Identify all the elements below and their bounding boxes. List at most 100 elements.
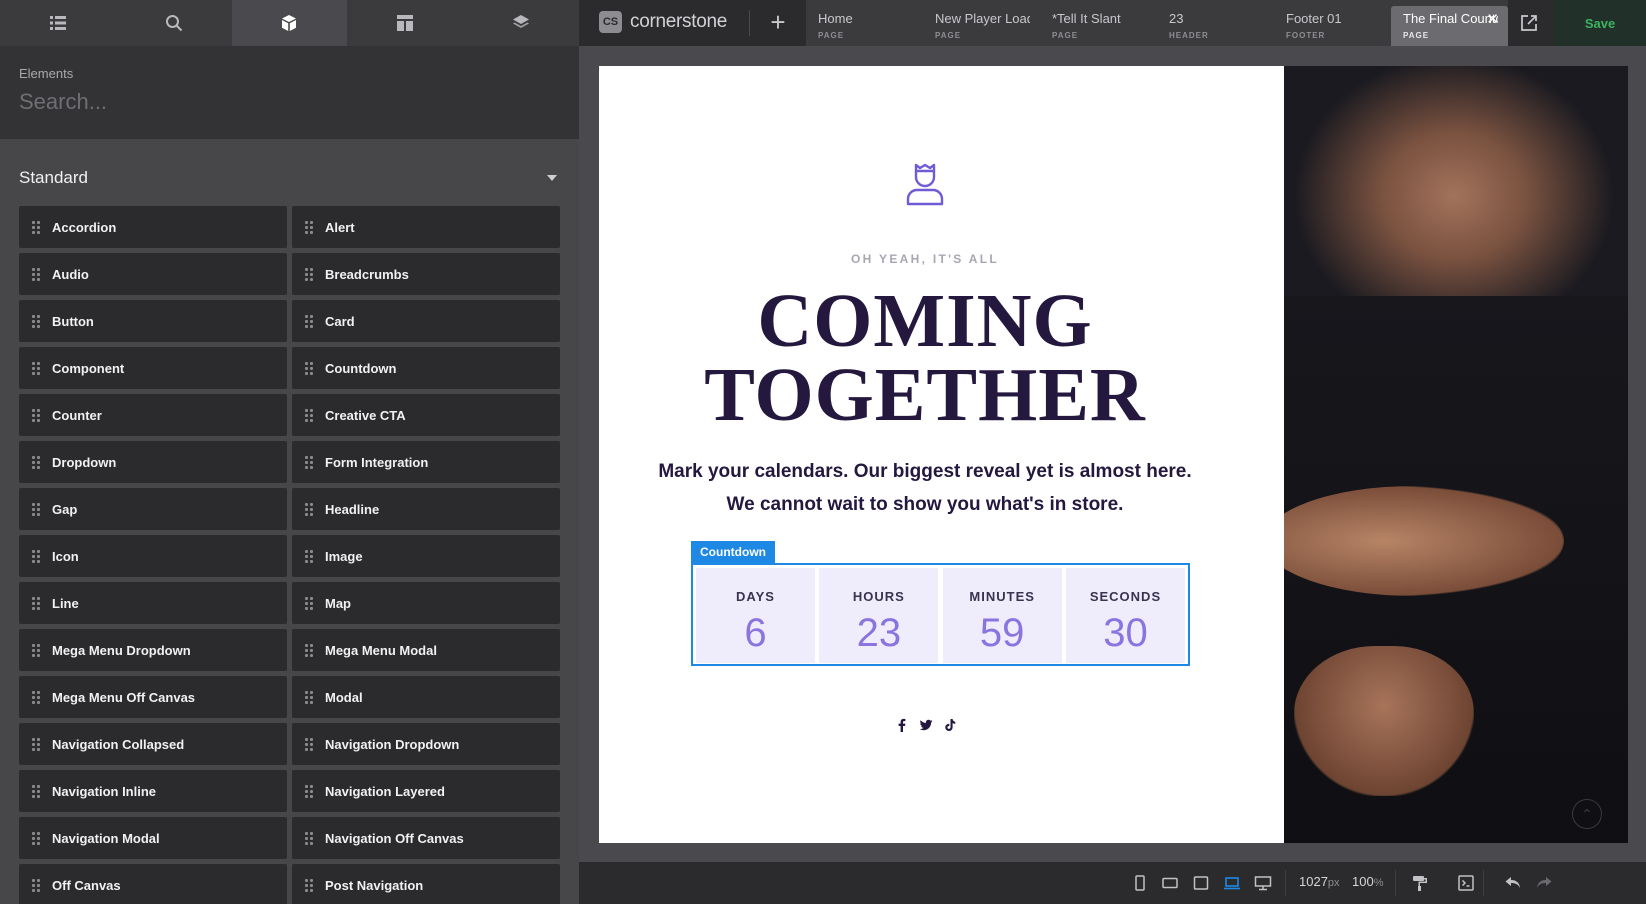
element-card[interactable]: Post Navigation: [292, 864, 560, 904]
drag-handle-icon[interactable]: [305, 268, 315, 281]
element-card[interactable]: Navigation Inline: [19, 770, 287, 812]
tab-search[interactable]: [116, 0, 232, 46]
element-card[interactable]: Mega Menu Off Canvas: [19, 676, 287, 718]
element-card[interactable]: Navigation Layered: [292, 770, 560, 812]
section-standard[interactable]: Standard: [19, 167, 560, 189]
drag-handle-icon[interactable]: [305, 597, 315, 610]
code-icon[interactable]: [1457, 874, 1475, 892]
tab-layout[interactable]: [347, 0, 463, 46]
phone-landscape-icon[interactable]: [1161, 874, 1179, 892]
drag-handle-icon[interactable]: [305, 503, 315, 516]
element-card[interactable]: Navigation Off Canvas: [292, 817, 560, 859]
drag-handle-icon[interactable]: [305, 785, 315, 798]
paint-roller-icon[interactable]: [1411, 874, 1429, 892]
drag-handle-icon[interactable]: [305, 550, 315, 563]
element-card[interactable]: Component: [19, 347, 287, 389]
tab-outline[interactable]: [0, 0, 116, 46]
element-card[interactable]: Image: [292, 535, 560, 577]
drag-handle-icon[interactable]: [32, 644, 42, 657]
document-tab[interactable]: Home PAGE: [806, 0, 923, 46]
element-card[interactable]: Off Canvas: [19, 864, 287, 904]
drag-handle-icon[interactable]: [305, 221, 315, 234]
twitter-icon[interactable]: [919, 718, 933, 732]
element-card[interactable]: Button: [19, 300, 287, 342]
drag-handle-icon[interactable]: [305, 315, 315, 328]
drag-handle-icon[interactable]: [32, 550, 42, 563]
drag-handle-icon[interactable]: [32, 315, 42, 328]
element-card[interactable]: Icon: [19, 535, 287, 577]
laptop-icon[interactable]: [1223, 874, 1241, 892]
element-card[interactable]: Card: [292, 300, 560, 342]
element-card[interactable]: Navigation Modal: [19, 817, 287, 859]
drag-handle-icon[interactable]: [32, 362, 42, 375]
scroll-top-icon[interactable]: ⌃: [1572, 799, 1602, 829]
drag-handle-icon[interactable]: [32, 456, 42, 469]
element-card[interactable]: Headline: [292, 488, 560, 530]
hero-photo[interactable]: ⌃: [1284, 66, 1628, 843]
element-card[interactable]: Breadcrumbs: [292, 253, 560, 295]
element-card[interactable]: Line: [19, 582, 287, 624]
undo-icon[interactable]: [1504, 874, 1522, 892]
drag-handle-icon[interactable]: [305, 738, 315, 751]
document-tab[interactable]: New Player Loading PAGE: [923, 0, 1040, 46]
element-card[interactable]: Map: [292, 582, 560, 624]
drag-handle-icon[interactable]: [32, 832, 42, 845]
drag-handle-icon[interactable]: [32, 268, 42, 281]
drag-handle-icon[interactable]: [305, 456, 315, 469]
element-card[interactable]: Creative CTA: [292, 394, 560, 436]
drag-handle-icon[interactable]: [32, 879, 42, 892]
tab-layers[interactable]: [463, 0, 579, 46]
chevron-down-icon[interactable]: [547, 175, 557, 181]
drag-handle-icon[interactable]: [32, 597, 42, 610]
zoom-input[interactable]: 100%: [1352, 874, 1383, 889]
document-tab[interactable]: The Final Countdown PAGE ✕: [1391, 6, 1508, 46]
drag-handle-icon[interactable]: [305, 832, 315, 845]
element-card[interactable]: Gap: [19, 488, 287, 530]
element-card[interactable]: Alert: [292, 206, 560, 248]
element-card[interactable]: Counter: [19, 394, 287, 436]
element-card[interactable]: Mega Menu Dropdown: [19, 629, 287, 671]
element-card[interactable]: Modal: [292, 676, 560, 718]
redo-icon[interactable]: [1535, 874, 1553, 892]
desktop-icon[interactable]: [1254, 874, 1272, 892]
element-card[interactable]: Accordion: [19, 206, 287, 248]
facebook-icon[interactable]: [895, 718, 909, 732]
tab-elements[interactable]: [231, 0, 348, 46]
document-tab[interactable]: 23 HEADER: [1157, 0, 1274, 46]
element-card[interactable]: Mega Menu Modal: [292, 629, 560, 671]
page-headline[interactable]: COMING TOGETHER: [599, 283, 1251, 433]
countdown-selection-label[interactable]: Countdown: [691, 541, 775, 563]
kicker-text[interactable]: OH YEAH, IT'S ALL: [599, 252, 1251, 266]
element-card[interactable]: Navigation Collapsed: [19, 723, 287, 765]
drag-handle-icon[interactable]: [305, 644, 315, 657]
viewport-width-input[interactable]: 1027px: [1299, 874, 1340, 889]
element-card[interactable]: Dropdown: [19, 441, 287, 483]
element-card[interactable]: Navigation Dropdown: [292, 723, 560, 765]
add-document-button[interactable]: +: [766, 9, 790, 35]
close-icon[interactable]: ✕: [1486, 10, 1499, 28]
save-button[interactable]: Save: [1554, 0, 1646, 46]
tablet-icon[interactable]: [1192, 874, 1210, 892]
drag-handle-icon[interactable]: [32, 785, 42, 798]
element-card[interactable]: Form Integration: [292, 441, 560, 483]
external-link-icon[interactable]: [1519, 13, 1539, 33]
countdown-element[interactable]: DAYS 6 HOURS 23 MINUTES 59 SECONDS 30: [691, 563, 1190, 666]
subtext[interactable]: Mark your calendars. Our biggest reveal …: [599, 455, 1251, 521]
drag-handle-icon[interactable]: [32, 409, 42, 422]
drag-handle-icon[interactable]: [32, 738, 42, 751]
tiktok-icon[interactable]: [943, 718, 957, 732]
drag-handle-icon[interactable]: [305, 409, 315, 422]
search-input[interactable]: [19, 89, 560, 115]
element-card[interactable]: Countdown: [292, 347, 560, 389]
drag-handle-icon[interactable]: [32, 691, 42, 704]
hero-person-icon[interactable]: [900, 159, 950, 209]
drag-handle-icon[interactable]: [305, 362, 315, 375]
phone-portrait-icon[interactable]: [1131, 874, 1149, 892]
drag-handle-icon[interactable]: [305, 691, 315, 704]
drag-handle-icon[interactable]: [32, 221, 42, 234]
drag-handle-icon[interactable]: [305, 879, 315, 892]
drag-handle-icon[interactable]: [32, 503, 42, 516]
document-tab[interactable]: Footer 01 FOOTER: [1274, 0, 1391, 46]
document-tab[interactable]: *Tell It Slant PAGE: [1040, 0, 1157, 46]
element-card[interactable]: Audio: [19, 253, 287, 295]
